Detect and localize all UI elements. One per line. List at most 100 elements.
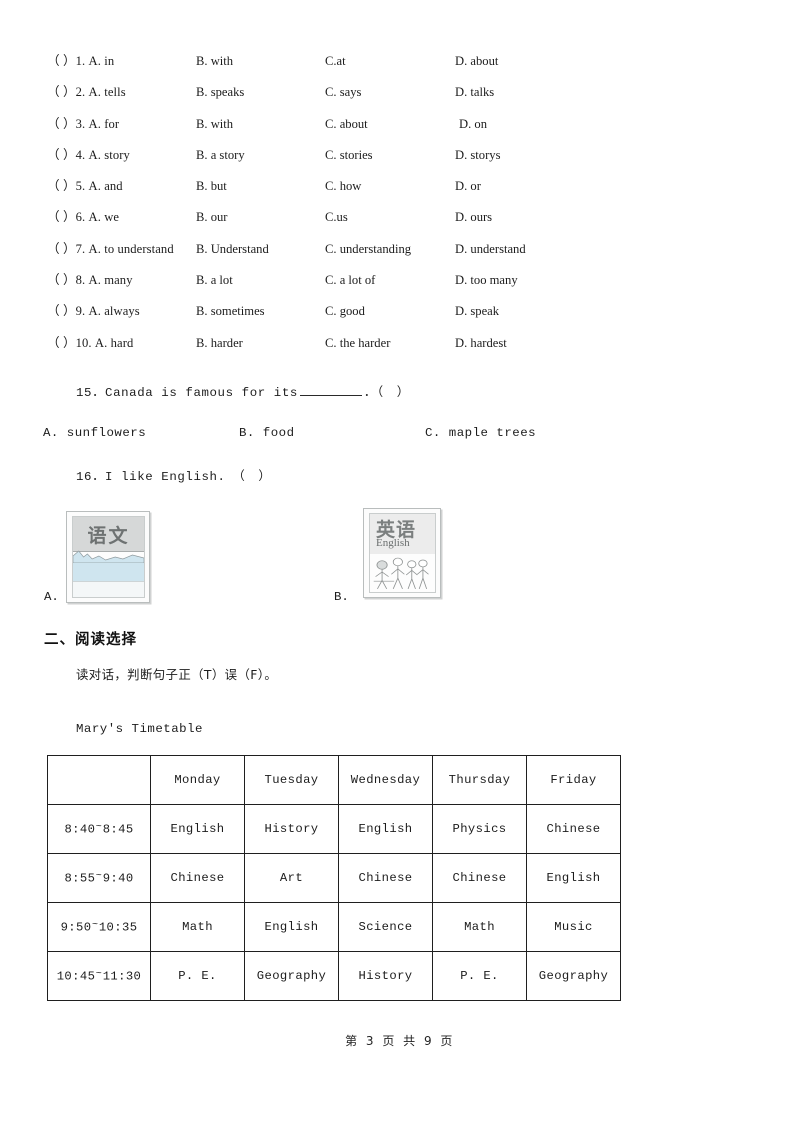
cloze-option-b[interactable]: B. harder [196, 328, 243, 359]
cloze-lead-option-a[interactable]: （ ）4. A. story [47, 140, 130, 171]
mountain-ridge-icon [73, 550, 144, 563]
cloze-lead-option-a[interactable]: （ ）1. A. in [47, 46, 114, 77]
english-textbook-cover: 英语 English [369, 513, 436, 593]
cloze-option-b[interactable]: B. a story [196, 140, 245, 171]
cloze-option-b[interactable]: B. sometimes [196, 296, 265, 327]
table-header-cell-monday: Monday [150, 755, 245, 805]
time-start: 8:40 [64, 822, 96, 837]
cloze-option-d[interactable]: D. on [459, 109, 487, 140]
cloze-option-d[interactable]: D. storys [455, 140, 500, 171]
cloze-lead-option-a[interactable]: （ ）7. A. to understand [47, 234, 174, 265]
cloze-option-c[interactable]: C. good [325, 296, 365, 327]
cloze-lead-option-a[interactable]: （ ）6. A. we [47, 202, 119, 233]
cloze-option-c[interactable]: C. understanding [325, 234, 411, 265]
english-textbook-image[interactable]: 英语 English [363, 508, 441, 598]
table-cell-subject: P. E. [432, 951, 527, 1001]
table-row: 8:40~8:45 English History English Physic… [47, 804, 621, 854]
cloze-lead-option-a[interactable]: （ ）9. A. always [47, 296, 140, 327]
chinese-textbook-title: 语文 [87, 524, 130, 547]
table-header-row: Monday Tuesday Wednesday Thursday Friday [47, 755, 621, 805]
cloze-option-c[interactable]: C. how [325, 171, 361, 202]
chinese-textbook-image[interactable]: 语文 [66, 511, 150, 603]
table-row: 10:45~11:30 P. E. Geography History P. E… [47, 951, 621, 1001]
table-cell-subject: P. E. [150, 951, 245, 1001]
cloze-option-d[interactable]: D. about [455, 46, 498, 77]
cloze-option-b[interactable]: B. our [196, 202, 227, 233]
answer-blank[interactable] [299, 384, 362, 396]
cloze-row: （ ）3. A. for B. with C. about D. on [47, 109, 747, 140]
cloze-option-d[interactable]: D. too many [455, 265, 518, 296]
time-end: 10:35 [98, 920, 138, 935]
cloze-lead-option-a[interactable]: （ ）2. A. tells [47, 77, 126, 108]
cloze-option-b[interactable]: B. a lot [196, 265, 233, 296]
cloze-lead-option-a[interactable]: （ ）8. A. many [47, 265, 133, 296]
cloze-option-d[interactable]: D. understand [455, 234, 526, 265]
chinese-textbook-cover: 语文 [72, 516, 145, 598]
table-cell-subject: Chinese [338, 853, 433, 903]
time-start: 9:50 [60, 920, 92, 935]
cloze-option-c[interactable]: C. a lot of [325, 265, 375, 296]
english-textbook-titlebar: 英语 English [370, 514, 435, 554]
question-15-option-c[interactable]: C. maple trees [425, 426, 536, 440]
cloze-option-d[interactable]: D. talks [455, 77, 494, 108]
table-row: 9:50~10:35 Math English Science Math Mus… [47, 902, 621, 952]
time-end: 11:30 [102, 969, 142, 984]
time-separator: ~ [95, 821, 103, 833]
time-end: 8:45 [102, 822, 134, 837]
cloze-option-d[interactable]: D. hardest [455, 328, 507, 359]
cloze-option-c[interactable]: C. the harder [325, 328, 390, 359]
cloze-row: （ ）2. A. tells B. speaks C. says D. talk… [47, 77, 747, 108]
question-15-option-a[interactable]: A. sunflowers [43, 426, 146, 440]
table-cell-subject: Science [338, 902, 433, 952]
cloze-option-d[interactable]: D. or [455, 171, 481, 202]
exam-page: （ ）1. A. in B. with C.at D. about （ ）2. … [0, 0, 800, 1132]
time-start: 10:45 [56, 969, 96, 984]
time-separator: ~ [95, 968, 103, 980]
cloze-row: （ ）6. A. we B. our C.us D. ours [47, 202, 747, 233]
question-16-label-a[interactable]: A. [44, 590, 59, 604]
time-separator: ~ [91, 919, 99, 931]
cloze-option-b[interactable]: B. Understand [196, 234, 269, 265]
table-cell-subject: History [338, 951, 433, 1001]
cloze-option-c[interactable]: C.us [325, 202, 348, 233]
cloze-options-block: （ ）1. A. in B. with C.at D. about （ ）2. … [47, 46, 747, 359]
table-cell-time: 8:40~8:45 [47, 804, 151, 854]
english-textbook-illustration [370, 555, 435, 592]
cloze-option-b[interactable]: B. but [196, 171, 227, 202]
children-figures-icon [373, 557, 429, 590]
cloze-option-b[interactable]: B. speaks [196, 77, 244, 108]
page-footer: 第 3 页 共 9 页 [345, 1034, 455, 1048]
cloze-lead-option-a[interactable]: （ ）10. A. hard [47, 328, 133, 359]
water-shape [73, 561, 144, 581]
cloze-option-c[interactable]: C. stories [325, 140, 373, 171]
table-header-cell-thursday: Thursday [432, 755, 527, 805]
cloze-row: （ ）7. A. to understand B. Understand C. … [47, 234, 747, 265]
time-end: 9:40 [102, 871, 134, 886]
cloze-row: （ ）8. A. many B. a lot C. a lot of D. to… [47, 265, 747, 296]
question-15-stem: 15．Canada is famous for its ．（ ） [76, 382, 410, 400]
question-16-label-b[interactable]: B. [334, 590, 349, 604]
cloze-option-c[interactable]: C. about [325, 109, 368, 140]
question-15-option-b[interactable]: B. food [239, 426, 295, 440]
cloze-lead-option-a[interactable]: （ ）5. A. and [47, 171, 123, 202]
time-separator: ~ [95, 870, 103, 882]
table-cell-subject: Math [432, 902, 527, 952]
table-cell-subject: Chinese [150, 853, 245, 903]
english-textbook-title-english: English [376, 537, 410, 549]
table-cell-subject: English [526, 853, 621, 903]
cloze-option-c[interactable]: C.at [325, 46, 346, 77]
cloze-option-b[interactable]: B. with [196, 46, 233, 77]
table-cell-subject: Math [150, 902, 245, 952]
cloze-option-d[interactable]: D. speak [455, 296, 499, 327]
cloze-option-b[interactable]: B. with [196, 109, 233, 140]
question-15-stem-before: 15．Canada is famous for its [76, 386, 298, 400]
cloze-option-d[interactable]: D. ours [455, 202, 492, 233]
table-cell-subject: English [244, 902, 339, 952]
table-cell-time: 8:55~9:40 [47, 853, 151, 903]
question-16-stem: 16．I like English. （ ） [76, 470, 272, 484]
cloze-option-c[interactable]: C. says [325, 77, 361, 108]
cloze-row: （ ）4. A. story B. a story C. stories D. … [47, 140, 747, 171]
table-cell-subject: History [244, 804, 339, 854]
cloze-lead-option-a[interactable]: （ ）3. A. for [47, 109, 119, 140]
table-header-cell-corner [47, 755, 151, 805]
